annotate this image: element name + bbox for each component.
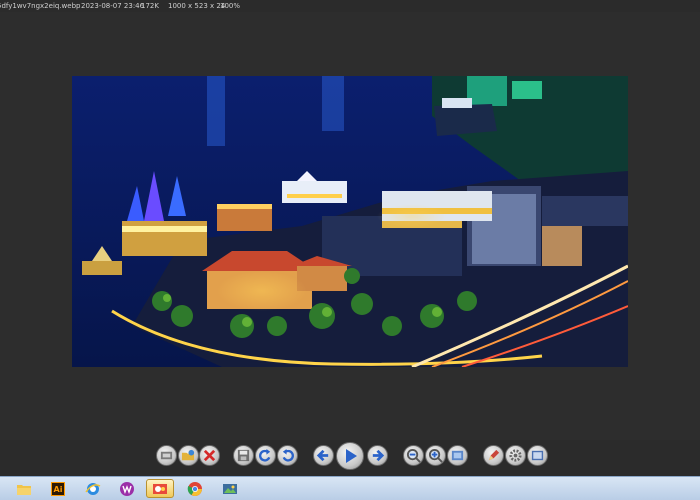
taskbar-chrome[interactable] <box>181 479 209 498</box>
svg-text:Ai: Ai <box>54 485 63 494</box>
taskbar-wps[interactable] <box>113 479 141 498</box>
open-folder-icon <box>181 449 195 461</box>
next-button[interactable] <box>367 445 388 466</box>
file-explorer-icon <box>17 484 31 495</box>
settings-icon <box>509 449 522 462</box>
taskbar-illustrator[interactable]: Ai <box>44 479 72 498</box>
save-icon <box>237 449 250 462</box>
illustrator-icon: Ai <box>51 481 65 496</box>
previous-button[interactable] <box>313 445 334 466</box>
rotate-right-icon <box>282 448 294 462</box>
play-button[interactable] <box>336 442 364 470</box>
edit-icon <box>488 449 500 461</box>
fullscreen-button[interactable] <box>527 445 548 466</box>
taskbar-image-viewer[interactable] <box>146 479 174 498</box>
chrome-icon <box>187 481 202 496</box>
slideshow-button[interactable] <box>156 445 177 466</box>
settings-button[interactable] <box>505 445 526 466</box>
image-dimensions: 1000 x 523 x 24 <box>168 2 226 10</box>
rotate-right-button[interactable] <box>277 445 298 466</box>
internet-explorer-icon <box>85 482 101 495</box>
play-icon <box>346 449 357 463</box>
fit-window-button[interactable] <box>447 445 468 466</box>
save-button[interactable] <box>233 445 254 466</box>
night-city-harbor-photo <box>72 76 628 367</box>
taskbar-photo-app[interactable] <box>216 479 244 498</box>
rotate-left-icon <box>259 448 271 462</box>
image-info-bar: 5dfy1wv7ngx2eiq.webp 2023-08-07 23:46 17… <box>0 0 700 12</box>
taskbar-internet-explorer[interactable] <box>79 479 107 498</box>
rotate-left-button[interactable] <box>255 445 276 466</box>
file-name: 5dfy1wv7ngx2eiq.webp <box>0 2 81 10</box>
edit-button[interactable] <box>483 445 504 466</box>
image-viewer-icon <box>153 483 167 494</box>
open-folder-button[interactable] <box>178 445 199 466</box>
fit-window-icon <box>451 450 464 461</box>
taskbar-file-explorer[interactable] <box>10 479 38 498</box>
displayed-photo[interactable] <box>72 76 628 367</box>
zoom-in-icon <box>428 448 443 463</box>
zoom-out-icon <box>406 448 421 463</box>
zoom-in-button[interactable] <box>425 445 446 466</box>
file-size: 172K <box>141 2 159 10</box>
file-datetime: 2023-08-07 23:46 <box>81 2 145 10</box>
windows-taskbar: Ai <box>0 476 700 500</box>
wps-icon <box>120 481 134 496</box>
slideshow-icon <box>160 451 173 460</box>
photo-app-icon <box>223 483 237 494</box>
next-icon <box>372 449 385 462</box>
fullscreen-icon <box>531 450 544 461</box>
delete-button[interactable] <box>199 445 220 466</box>
zoom-out-button[interactable] <box>403 445 424 466</box>
delete-icon <box>203 449 216 462</box>
zoom-level: 100% <box>220 2 241 10</box>
viewer-toolbar <box>0 440 700 476</box>
previous-icon <box>316 449 329 462</box>
